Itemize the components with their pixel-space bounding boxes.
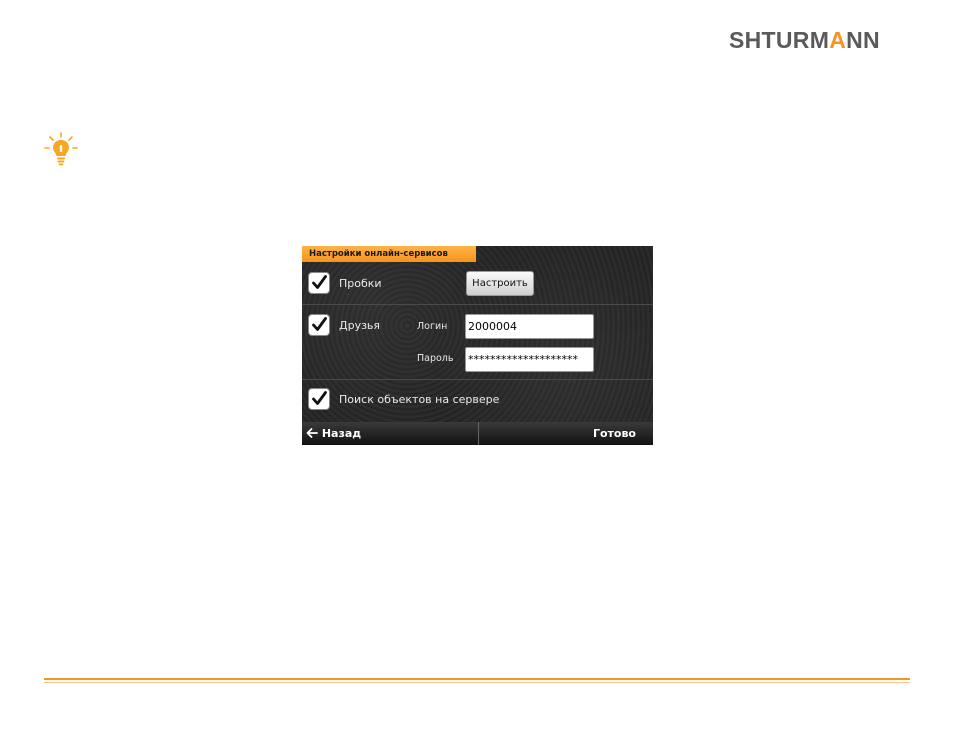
friends-checkbox[interactable] xyxy=(308,314,330,336)
back-button[interactable]: Назад xyxy=(306,422,361,445)
divider xyxy=(302,304,653,305)
footer-rule xyxy=(44,678,910,680)
server-search-label: Поиск объектов на сервере xyxy=(339,393,500,406)
lightbulb-icon xyxy=(44,132,78,168)
logo-suffix: NN xyxy=(846,27,880,53)
password-input[interactable]: ******************** xyxy=(465,347,594,372)
footer-rule-light xyxy=(44,682,910,683)
password-label: Пароль xyxy=(417,353,454,364)
dialog-title: Настройки онлайн-сервисов xyxy=(302,246,476,262)
done-button[interactable]: Готово xyxy=(593,422,636,445)
checkmark-icon xyxy=(312,317,327,331)
traffic-setup-button[interactable]: Настроить xyxy=(466,271,534,296)
login-label: Логин xyxy=(417,321,448,332)
shturmann-logo: SHTURMANN xyxy=(729,26,880,54)
online-services-settings-screen: Настройки онлайн-сервисов Пробки Настрои… xyxy=(302,246,653,445)
traffic-checkbox[interactable] xyxy=(308,272,330,294)
bottom-bar-separator xyxy=(478,422,479,445)
logo-prefix: SHTURM xyxy=(729,27,830,53)
checkmark-icon xyxy=(312,391,327,405)
back-button-label: Назад xyxy=(321,427,362,440)
friends-label: Друзья xyxy=(339,319,381,332)
bottom-bar: Назад Готово xyxy=(302,422,653,445)
checkmark-icon xyxy=(312,275,327,289)
login-input[interactable]: 2000004 xyxy=(465,314,594,339)
divider xyxy=(302,379,653,380)
logo-accent-letter: A xyxy=(829,27,847,53)
server-search-checkbox[interactable] xyxy=(308,388,330,410)
traffic-label: Пробки xyxy=(339,277,382,290)
arrow-left-icon xyxy=(306,428,318,438)
